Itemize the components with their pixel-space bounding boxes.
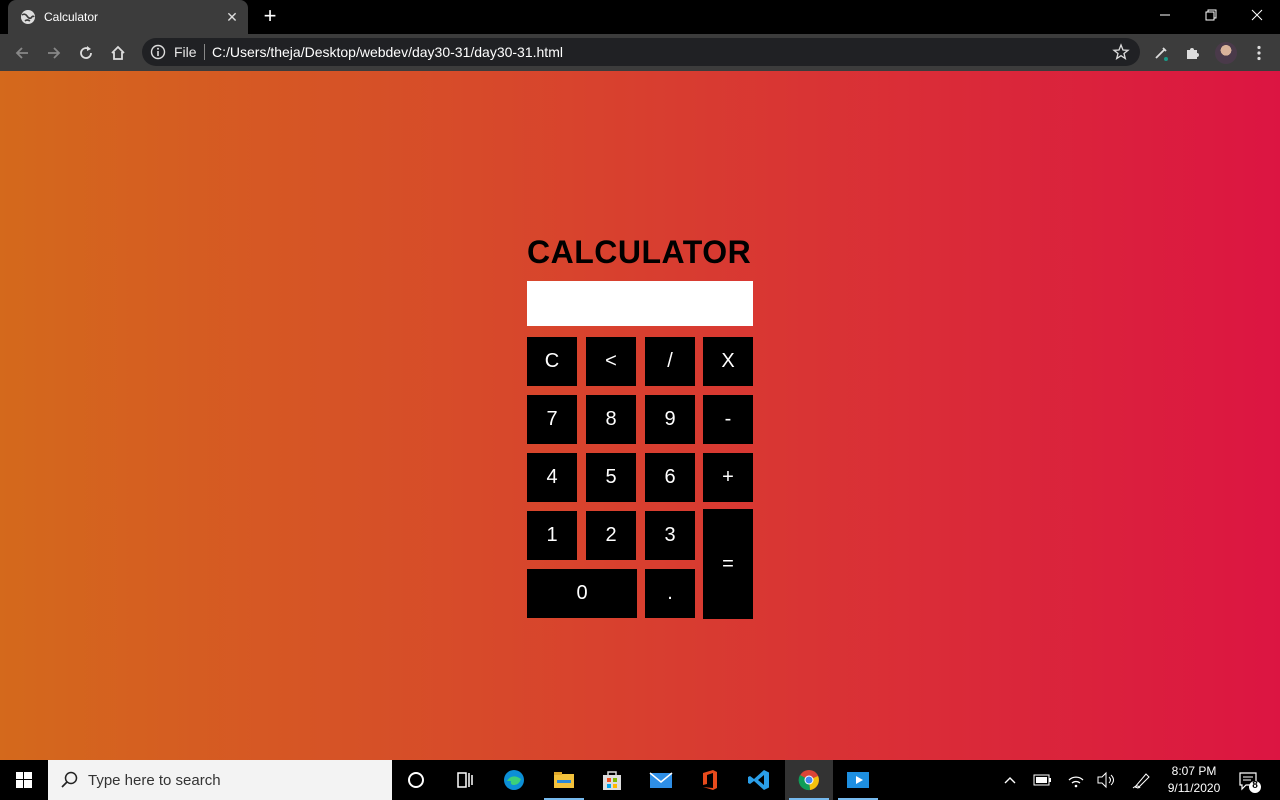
globe-icon [21, 10, 35, 24]
key-7-button[interactable]: 7 [527, 395, 577, 444]
address-bar[interactable]: File C:/Users/theja/Desktop/webdev/day30… [142, 38, 1140, 66]
task-view-icon[interactable] [440, 760, 488, 800]
notification-count-badge: 8 [1252, 780, 1258, 791]
omnibox-divider [204, 44, 205, 60]
forward-icon[interactable] [41, 40, 67, 66]
extensions-puzzle-icon[interactable] [1180, 40, 1206, 66]
key-equals-button[interactable]: = [703, 509, 753, 619]
browser-toolbar: File C:/Users/theja/Desktop/webdev/day30… [0, 34, 1280, 71]
menu-kebab-icon[interactable] [1246, 40, 1272, 66]
windows-taskbar: Type here to search 8:07 PM 9/11/2020 8 [0, 760, 1280, 800]
vscode-icon[interactable] [735, 760, 783, 800]
volume-icon[interactable] [1094, 760, 1118, 800]
browser-tab-strip: Calculator ✕ + [0, 0, 1280, 34]
wifi-icon[interactable] [1064, 760, 1088, 800]
taskbar-search-box[interactable]: Type here to search [48, 760, 392, 800]
mail-icon[interactable] [637, 760, 685, 800]
key-4-button[interactable]: 4 [527, 453, 577, 502]
media-player-icon[interactable] [834, 760, 882, 800]
key-divide-button[interactable]: / [645, 337, 695, 386]
search-icon [61, 771, 78, 788]
url-scheme-label: File [174, 44, 197, 60]
key-9-button[interactable]: 9 [645, 395, 695, 444]
edge-icon[interactable] [490, 760, 538, 800]
key-5-button[interactable]: 5 [586, 453, 636, 502]
key-6-button[interactable]: 6 [645, 453, 695, 502]
key-add-button[interactable]: + [703, 453, 753, 502]
key-clear-button[interactable]: C [527, 337, 577, 386]
taskbar-clock[interactable]: 8:07 PM 9/11/2020 [1162, 763, 1226, 797]
info-icon[interactable] [150, 44, 166, 60]
bookmark-star-icon[interactable] [1112, 43, 1130, 61]
calculator-display[interactable] [527, 281, 753, 326]
key-backspace-button[interactable]: < [586, 337, 636, 386]
browser-tab[interactable]: Calculator ✕ [8, 0, 248, 34]
profile-avatar[interactable] [1215, 42, 1237, 64]
file-explorer-icon[interactable] [540, 760, 588, 800]
home-icon[interactable] [105, 40, 131, 66]
key-0-button[interactable]: 0 [527, 569, 637, 618]
restore-icon[interactable] [1188, 0, 1234, 30]
start-button[interactable] [0, 760, 48, 800]
reload-icon[interactable] [73, 40, 99, 66]
office-icon[interactable] [686, 760, 734, 800]
page-content: CALCULATOR C < / X 7 8 9 - 4 5 6 + 1 2 3… [0, 71, 1280, 760]
key-2-button[interactable]: 2 [586, 511, 636, 560]
pen-extension-icon[interactable] [1148, 40, 1174, 66]
key-3-button[interactable]: 3 [645, 511, 695, 560]
key-multiply-button[interactable]: X [703, 337, 753, 386]
show-hidden-icons-icon[interactable] [998, 760, 1022, 800]
clock-date: 9/11/2020 [1167, 781, 1221, 795]
new-tab-icon[interactable]: + [258, 5, 282, 29]
url-text[interactable]: C:/Users/theja/Desktop/webdev/day30-31/d… [212, 44, 563, 60]
minimize-icon[interactable] [1142, 0, 1188, 30]
page-title: CALCULATOR [527, 234, 752, 270]
key-decimal-button[interactable]: . [645, 569, 695, 618]
store-icon[interactable] [588, 760, 636, 800]
chrome-icon[interactable] [785, 760, 833, 800]
tab-title: Calculator [44, 10, 99, 24]
key-8-button[interactable]: 8 [586, 395, 636, 444]
cortana-icon[interactable] [392, 760, 440, 800]
search-placeholder: Type here to search [88, 772, 221, 789]
clock-time: 8:07 PM [1171, 764, 1217, 778]
pen-workspace-icon[interactable] [1130, 760, 1154, 800]
close-window-icon[interactable] [1234, 0, 1280, 30]
key-1-button[interactable]: 1 [527, 511, 577, 560]
key-subtract-button[interactable]: - [703, 395, 753, 444]
action-center-icon[interactable]: 8 [1234, 760, 1264, 800]
back-icon[interactable] [9, 40, 35, 66]
windows-logo-icon [16, 772, 32, 788]
close-tab-icon[interactable]: ✕ [223, 8, 241, 26]
battery-icon[interactable] [1030, 760, 1054, 800]
